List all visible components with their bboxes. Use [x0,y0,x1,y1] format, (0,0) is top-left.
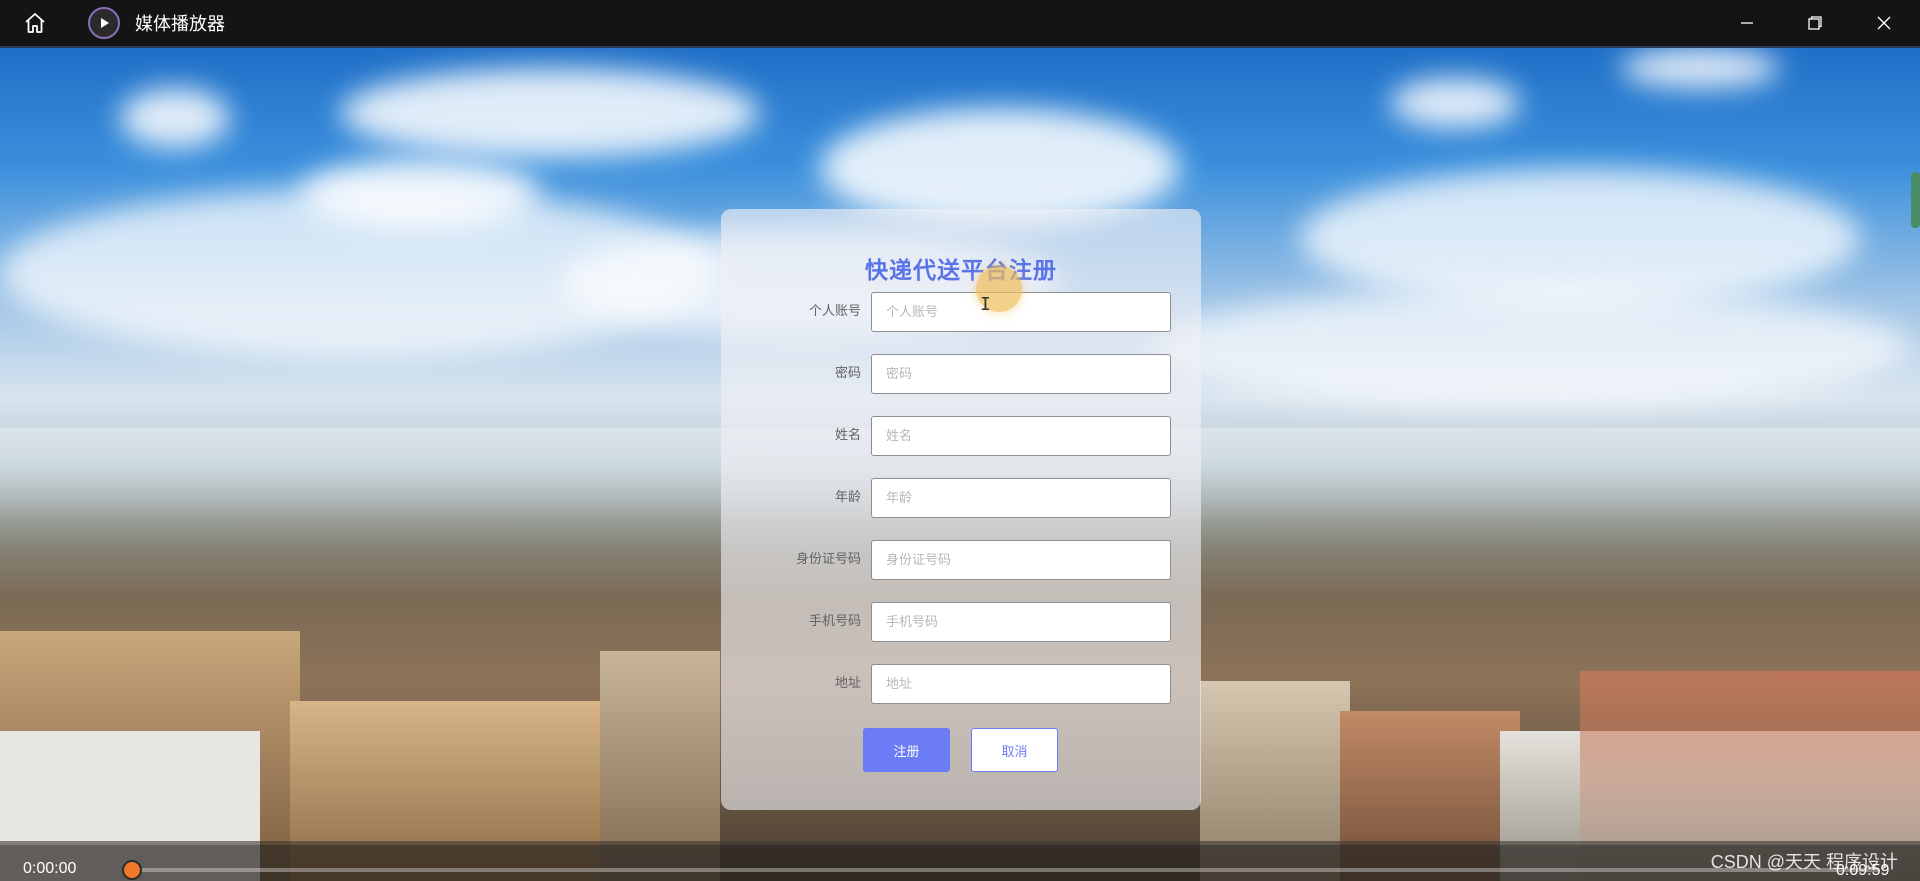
minimize-icon [1741,22,1753,24]
close-button[interactable] [1850,0,1918,46]
total-time: 0:09:59 [1836,862,1890,879]
title-bar: 媒体播放器 [0,0,1920,46]
address-label: 地址 [834,676,861,691]
form-title: 快递代送平台注册 [865,258,1057,284]
restore-icon [1808,16,1822,30]
age-row: 年龄 [721,478,1201,518]
home-icon [25,13,45,33]
seek-track[interactable] [132,868,1880,872]
register-button[interactable]: 注册 [863,728,950,772]
password-row: 密码 [721,354,1201,394]
password-input[interactable] [871,354,1171,394]
current-time: 0:00:00 [23,860,77,877]
side-scroll-indicator[interactable] [1911,172,1920,228]
window-title: 媒体播放器 [135,14,225,35]
seek-thumb[interactable] [122,860,142,880]
account-input[interactable] [871,292,1171,332]
id-card-label: 身份证号码 [795,552,861,567]
address-row: 地址 [721,664,1201,704]
play-icon [88,7,120,39]
name-row: 姓名 [721,416,1201,456]
password-label: 密码 [834,366,861,381]
name-input[interactable] [871,416,1171,456]
phone-label: 手机号码 [808,614,861,629]
cancel-button[interactable]: 取消 [971,728,1058,772]
home-button[interactable] [0,0,70,46]
age-label: 年龄 [834,490,861,505]
phone-input[interactable] [871,602,1171,642]
account-label: 个人账号 [808,304,861,319]
account-row: 个人账号 [721,292,1201,332]
name-label: 姓名 [834,428,861,443]
minimize-button[interactable] [1713,0,1781,46]
age-input[interactable] [871,478,1171,518]
playback-bar [0,845,1920,881]
id-card-row: 身份证号码 [721,540,1201,580]
text-cursor-icon: I [980,294,991,315]
close-icon [1877,16,1891,30]
restore-button[interactable] [1781,0,1849,46]
address-input[interactable] [871,664,1171,704]
phone-row: 手机号码 [721,602,1201,642]
register-form: 快递代送平台注册 个人账号 密码 姓名 年龄 身份证号码 手机号码 地址 注册 … [721,209,1201,810]
id-card-input[interactable] [871,540,1171,580]
